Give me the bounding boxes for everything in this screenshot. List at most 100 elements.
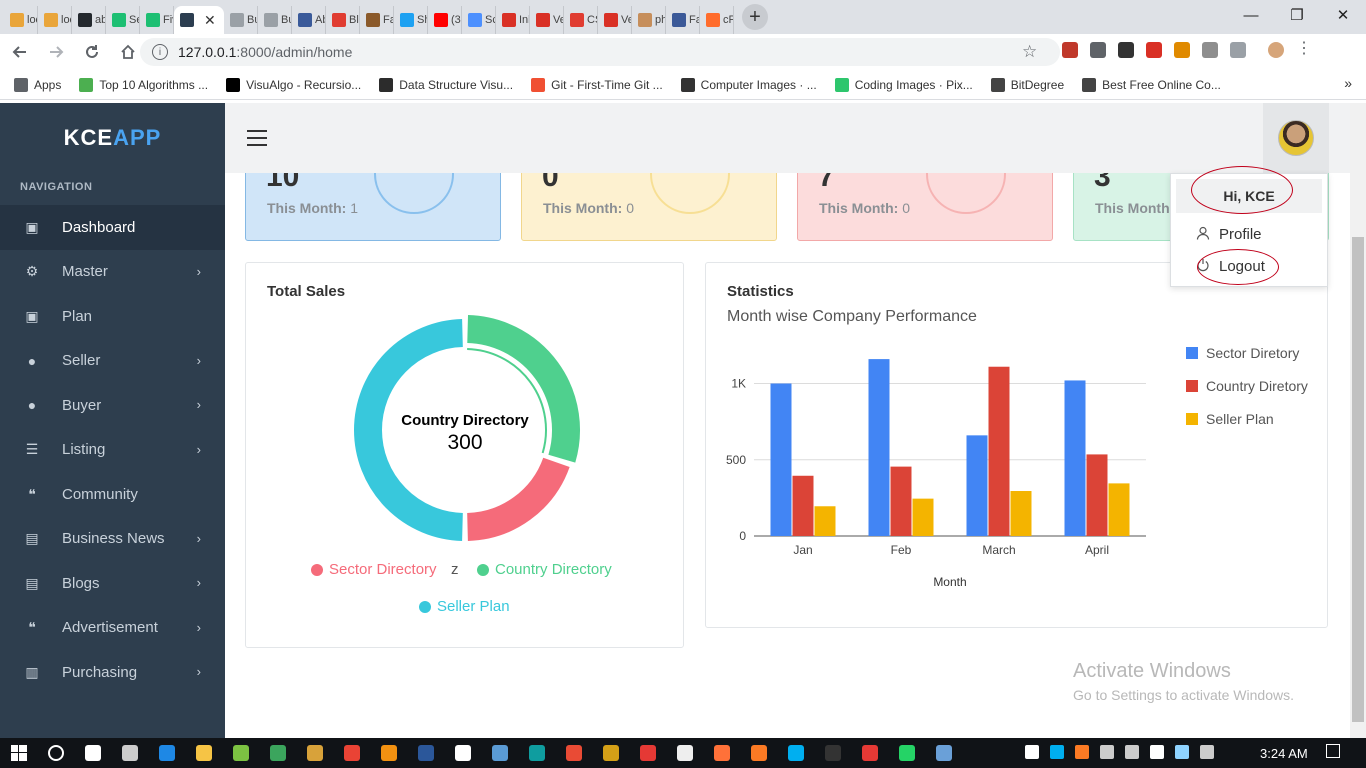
user-menu-toggle[interactable] bbox=[1263, 103, 1329, 173]
browser-tab[interactable]: CS bbox=[564, 6, 598, 34]
page-scrollbar[interactable] bbox=[1350, 103, 1366, 738]
taskbar-app-icon[interactable] bbox=[814, 738, 851, 768]
bookmark-item[interactable]: Data Structure Visu... bbox=[379, 77, 513, 92]
tray-icon[interactable] bbox=[1150, 745, 1164, 759]
profile-menu-item[interactable]: Profile bbox=[1171, 218, 1327, 250]
tray-icon[interactable] bbox=[1125, 745, 1139, 759]
forward-button[interactable] bbox=[40, 36, 72, 68]
extension-icon[interactable] bbox=[1174, 42, 1190, 58]
legend-item[interactable]: Country Directory bbox=[477, 561, 612, 578]
taskbar-app-icon[interactable] bbox=[481, 738, 518, 768]
taskbar-app-icon[interactable] bbox=[259, 738, 296, 768]
browser-tab[interactable]: loc bbox=[4, 6, 38, 34]
browser-tab[interactable]: loc bbox=[38, 6, 72, 34]
tray-icon[interactable] bbox=[1200, 745, 1214, 759]
sidebar-item-dashboard[interactable]: ▣ Dashboard bbox=[0, 205, 225, 250]
bookmark-item[interactable]: Top 10 Algorithms ... bbox=[79, 77, 208, 92]
taskbar-app-icon[interactable] bbox=[703, 738, 740, 768]
taskbar-app-icon[interactable] bbox=[666, 738, 703, 768]
bookmark-item[interactable]: BitDegree bbox=[990, 77, 1064, 92]
taskbar-app-icon[interactable] bbox=[888, 738, 925, 768]
browser-tab[interactable]: ph bbox=[632, 6, 666, 34]
browser-tab[interactable]: Ve bbox=[598, 6, 632, 34]
tray-icon[interactable] bbox=[1075, 745, 1089, 759]
bar-country-diretory[interactable] bbox=[890, 466, 912, 536]
apps-shortcut[interactable]: Apps bbox=[14, 77, 61, 92]
extension-icon[interactable] bbox=[1146, 42, 1162, 58]
legend-item[interactable]: Seller Plan bbox=[419, 598, 510, 615]
browser-tab[interactable]: Se bbox=[106, 6, 140, 34]
tray-icon[interactable] bbox=[1175, 745, 1189, 759]
taskbar-app-icon[interactable] bbox=[851, 738, 888, 768]
taskbar-app-icon[interactable] bbox=[74, 738, 111, 768]
taskbar-app-icon[interactable] bbox=[555, 738, 592, 768]
taskbar-app-icon[interactable] bbox=[407, 738, 444, 768]
tab-close-icon[interactable]: ✕ bbox=[204, 12, 216, 29]
bar-seller-plan[interactable] bbox=[1010, 491, 1032, 536]
bookmarks-overflow-button[interactable]: » bbox=[1344, 75, 1352, 91]
sidebar-item-business-news[interactable]: ▤ Business News › bbox=[0, 517, 225, 562]
bookmark-star-icon[interactable]: ☆ bbox=[1022, 42, 1037, 62]
sidebar-item-blogs[interactable]: ▤ Blogs › bbox=[0, 561, 225, 606]
bookmark-item[interactable]: VisuAlgo - Recursio... bbox=[226, 77, 361, 92]
taskbar-app-icon[interactable] bbox=[296, 738, 333, 768]
sidebar-item-seller[interactable]: ● Seller › bbox=[0, 339, 225, 384]
browser-tab[interactable]: ab bbox=[72, 6, 106, 34]
tray-icon[interactable] bbox=[1025, 745, 1039, 759]
taskbar-app-icon[interactable] bbox=[333, 738, 370, 768]
tray-icon[interactable] bbox=[1050, 745, 1064, 759]
minimize-button[interactable]: — bbox=[1228, 0, 1274, 30]
sidebar-item-plan[interactable]: ▣ Plan bbox=[0, 294, 225, 339]
bar-country-diretory[interactable] bbox=[792, 475, 814, 536]
url-field[interactable]: i 127.0.0.1:8000/admin/home bbox=[140, 38, 1060, 66]
browser-tab[interactable]: Inb bbox=[496, 6, 530, 34]
bar-seller-plan[interactable] bbox=[814, 506, 836, 536]
taskbar-app-icon[interactable] bbox=[444, 738, 481, 768]
taskbar-app-icon[interactable] bbox=[37, 738, 74, 768]
bar-sector-diretory[interactable] bbox=[1064, 380, 1086, 536]
menu-kebab-icon[interactable]: ⋮ bbox=[1296, 41, 1312, 58]
close-window-button[interactable]: ✕ bbox=[1320, 0, 1366, 30]
extension-icon[interactable] bbox=[1118, 42, 1134, 58]
taskbar-app-icon[interactable] bbox=[592, 738, 629, 768]
bar-seller-plan[interactable] bbox=[912, 498, 934, 536]
sidebar-item-listing[interactable]: ☰ Listing › bbox=[0, 428, 225, 473]
sidebar-item-master[interactable]: ⚙ Master › bbox=[0, 250, 225, 295]
profile-avatar-icon[interactable] bbox=[1268, 42, 1284, 58]
legend-item[interactable]: Sector Directory bbox=[311, 561, 437, 578]
browser-tab[interactable]: Sc bbox=[462, 6, 496, 34]
legend-label[interactable]: Sector Diretory bbox=[1206, 345, 1299, 361]
taskbar-app-icon[interactable] bbox=[370, 738, 407, 768]
new-tab-button[interactable]: + bbox=[742, 4, 768, 30]
browser-tab[interactable]: Bu bbox=[224, 6, 258, 34]
browser-tab[interactable]: Ve bbox=[530, 6, 564, 34]
taskbar-app-icon[interactable] bbox=[185, 738, 222, 768]
back-button[interactable] bbox=[4, 36, 36, 68]
bookmark-item[interactable]: Coding Images · Pix... bbox=[834, 77, 973, 92]
extension-icon[interactable] bbox=[1202, 42, 1218, 58]
browser-tab[interactable]: ✕ bbox=[174, 6, 224, 34]
maximize-button[interactable]: ❐ bbox=[1274, 0, 1320, 30]
legend-label[interactable]: Country Diretory bbox=[1206, 378, 1308, 394]
browser-tab[interactable]: Bu bbox=[258, 6, 292, 34]
taskbar-app-icon[interactable] bbox=[740, 738, 777, 768]
taskbar-app-icon[interactable] bbox=[111, 738, 148, 768]
reload-button[interactable] bbox=[76, 36, 108, 68]
notifications-icon[interactable] bbox=[1326, 744, 1340, 758]
browser-tab[interactable]: cP bbox=[700, 6, 734, 34]
bar-sector-diretory[interactable] bbox=[868, 359, 890, 536]
bookmark-item[interactable]: Computer Images · ... bbox=[680, 77, 817, 92]
extension-icon[interactable] bbox=[1090, 42, 1106, 58]
taskbar-app-icon[interactable] bbox=[925, 738, 962, 768]
taskbar-clock[interactable]: 3:24 AM bbox=[1260, 738, 1308, 768]
extension-icon[interactable] bbox=[1062, 42, 1078, 58]
browser-tab[interactable]: Fac bbox=[666, 6, 700, 34]
bar-sector-diretory[interactable] bbox=[966, 435, 988, 536]
browser-tab[interactable]: Fiv bbox=[140, 6, 174, 34]
browser-tab[interactable]: (32 bbox=[428, 6, 462, 34]
taskbar-app-icon[interactable] bbox=[777, 738, 814, 768]
bar-seller-plan[interactable] bbox=[1108, 483, 1130, 536]
site-info-icon[interactable]: i bbox=[152, 44, 168, 60]
brand-logo[interactable]: KCE APP bbox=[0, 103, 225, 173]
donut-slice-sector-directory[interactable] bbox=[466, 457, 570, 541]
